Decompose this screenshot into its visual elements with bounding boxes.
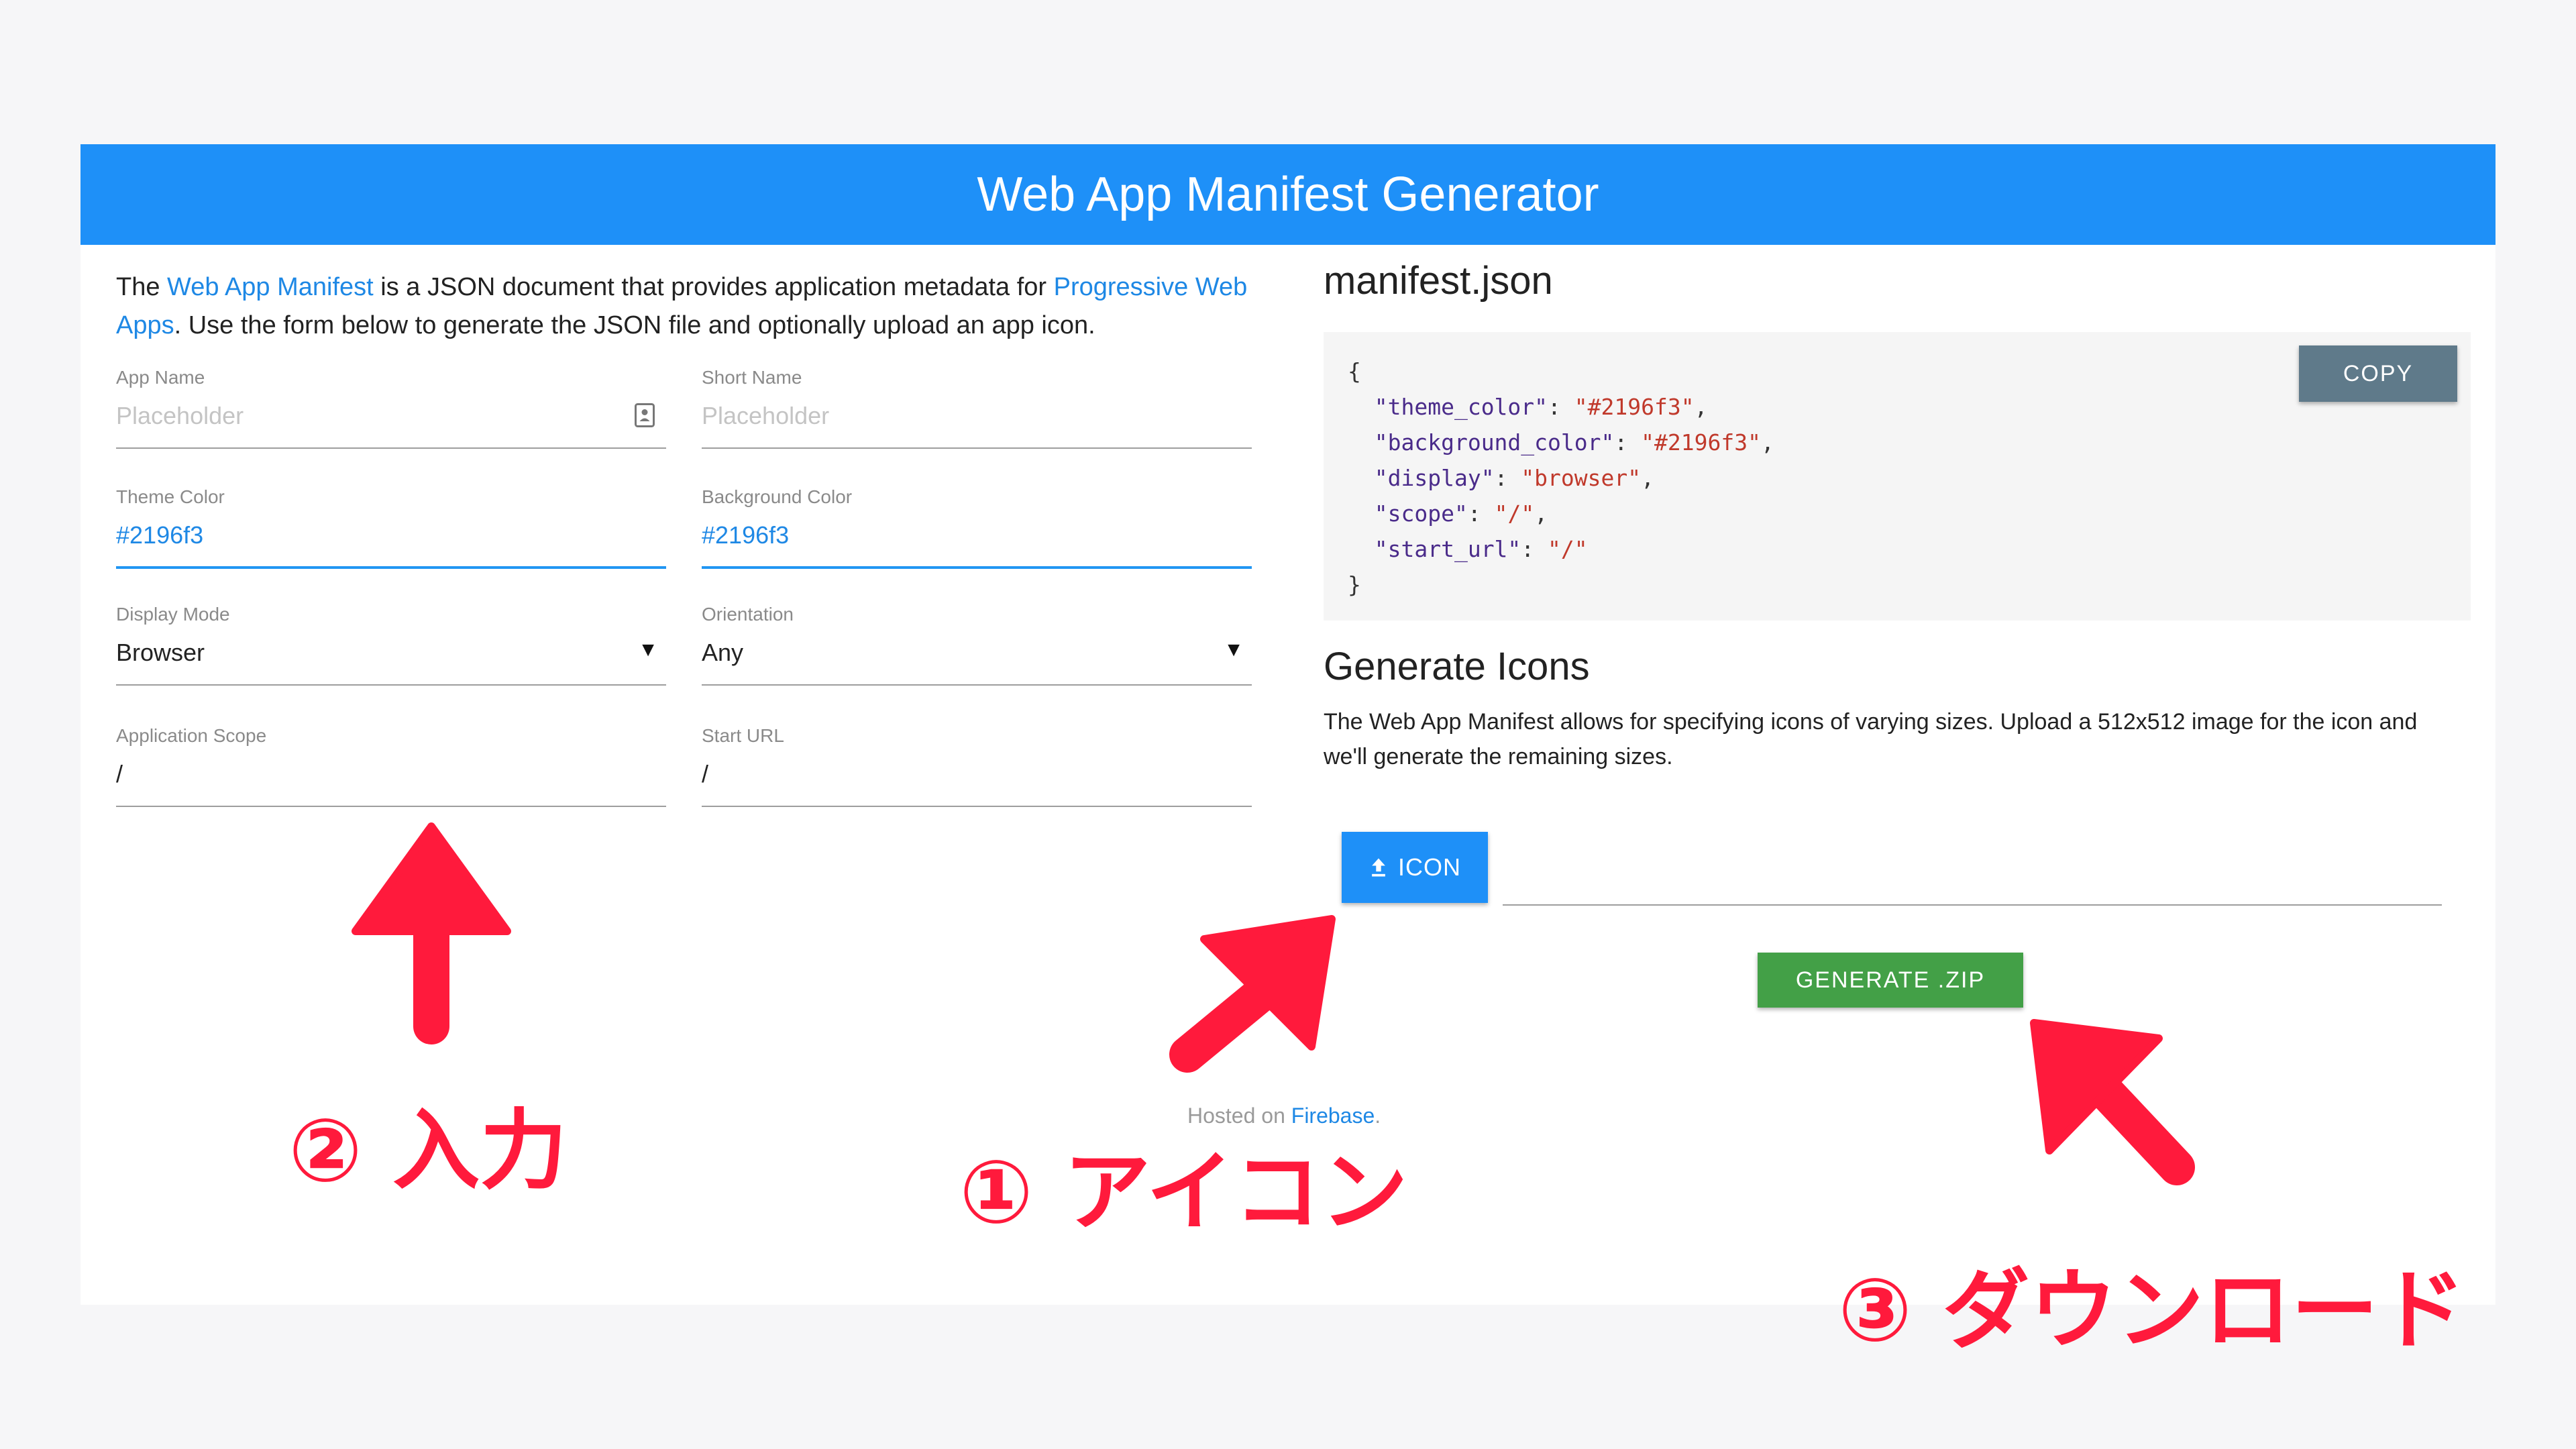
annotation-step1: ① アイコン [959,1141,1408,1243]
arrow-head-input [352,822,511,935]
annotation-step3: ③ ダウンロード [1838,1259,2466,1361]
annotation-step2: ② 入力 [288,1099,568,1201]
